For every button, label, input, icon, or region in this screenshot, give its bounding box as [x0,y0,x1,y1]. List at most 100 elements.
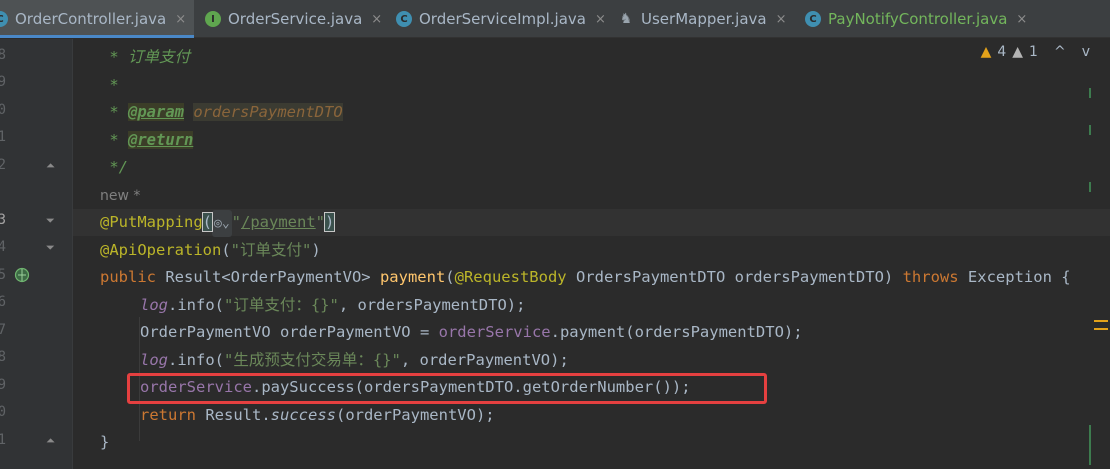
annotation: @PutMapping [100,213,203,231]
author-inlay-hint[interactable]: new * [100,188,140,204]
line-number: 1 [0,432,6,448]
line-number: 9 [0,377,6,393]
code-line: * 订单支付 [73,44,1110,71]
scroll-marker[interactable] [1089,425,1091,465]
code-line: * @return [73,127,1110,154]
arguments: , orderPaymentVO); [400,351,569,369]
tab-order-controller[interactable]: C OrderController.java × [0,0,195,38]
string-literal: "生成预支付交易单：{}" [224,351,401,369]
javadoc-return-tag: @return [128,131,194,149]
annotation: @ApiOperation [100,241,222,259]
code-line: } [73,429,1110,456]
javadoc-star: * [100,131,128,149]
code-line: new * [73,182,1110,209]
javadoc-text: */ [100,158,128,176]
log-field: log [140,351,168,369]
code-line: * @param ordersPaymentDTO [73,99,1110,126]
code-line: log.info("订单支付：{}", ordersPaymentDTO); [73,292,1110,319]
close-icon[interactable]: × [595,12,606,27]
class-icon: C [396,11,412,27]
tab-label: OrderController.java [15,10,167,28]
paren: ) [311,241,321,259]
mapper-icon: ♞ [619,11,633,27]
javadoc-text: * 订单支付 [100,48,190,66]
close-icon[interactable]: × [371,12,382,27]
line-number-gutter[interactable]: 8 9 0 1 2 3 4 5 6 7 8 9 0 1 ⏶ ⏷ ⏷ ⏶ [0,39,72,469]
string-literal: " [231,213,241,231]
warning-scroll-marker[interactable] [1094,328,1108,330]
code-editor[interactable]: * 订单支付 * * @param ordersPaymentDTO * @re… [73,39,1110,469]
method-name: payment [379,268,446,286]
code-line: @ApiOperation("订单支付") [73,237,1110,264]
scroll-marker[interactable] [1089,88,1091,98]
fold-icon[interactable]: ⏶ [46,159,55,173]
close-icon[interactable]: × [1016,12,1027,27]
tab-order-service-impl[interactable]: C OrderServiceImpl.java × [396,0,606,38]
javadoc-param-name: ordersPaymentDTO [193,103,343,121]
paren: ( [445,268,455,286]
line-number: 5 [0,267,6,283]
code-line: * [73,72,1110,99]
line-number: 3 [0,212,6,228]
line-number: 8 [0,47,6,63]
javadoc-param-tag: @param [128,103,184,121]
interface-icon: I [205,11,221,27]
tab-label: OrderService.java [228,10,363,28]
scroll-marker[interactable] [1089,125,1091,135]
highlight-box [127,373,767,404]
line-number: 0 [0,404,6,420]
class-icon: C [805,11,821,27]
arguments: (orderPaymentVO); [335,406,495,424]
method-call: .info( [168,296,224,314]
line-number: 0 [0,102,6,118]
parameter-list: OrdersPaymentDTO ordersPaymentDTO) [575,268,903,286]
class-reference: Result. [205,406,271,424]
string-literal: " [315,213,325,231]
warning-icon: ▲ [980,44,992,60]
next-highlight-icon[interactable]: v [1082,44,1090,60]
keyword: return [140,406,206,424]
close-icon[interactable]: × [175,12,186,27]
method-call: .payment(ordersPaymentDTO); [550,323,803,341]
code-line-current: @PutMapping(◎⌄ "/payment") [73,209,1110,237]
static-method: success [270,406,336,424]
arguments: , ordersPaymentDTO); [338,296,526,314]
code-line: public Result<OrderPaymentVO> payment(@R… [73,264,1110,291]
weak-warning-icon: ▲ [1012,44,1024,60]
string-literal: "订单支付" [230,241,312,259]
method-call: .info( [168,351,224,369]
javadoc-star: * [100,103,128,121]
inspection-widget[interactable]: ▲ 4 ▲ 1 ^ v [981,44,1090,60]
endpoint-gutter-icon[interactable] [14,267,30,283]
editor-tab-bar: C OrderController.java × I OrderService.… [0,0,1110,38]
warning-scroll-marker[interactable] [1094,320,1108,322]
javadoc-text: * [100,76,119,94]
line-number: 6 [0,294,6,310]
weak-warning-count: 1 [1029,44,1038,60]
code-line: return Result.success(orderPaymentVO); [73,402,1110,429]
fold-icon[interactable]: ⏷ [46,241,55,255]
code-line: */ [73,154,1110,181]
declaration: OrderPaymentVO orderPaymentVO = [140,323,439,341]
globe-icon[interactable]: ◎⌄ [212,210,232,237]
code-line: log.info("生成预支付交易单：{}", orderPaymentVO); [73,347,1110,374]
fold-icon[interactable]: ⏶ [46,434,55,448]
url-path-link[interactable]: /payment [241,213,316,231]
tab-pay-notify-controller[interactable]: C PayNotifyController.java × [805,0,1027,38]
fold-icon[interactable]: ⏷ [46,214,55,228]
keyword: throws [902,268,968,286]
string-literal: "订单支付：{}" [224,296,339,314]
keyword: public [100,268,166,286]
line-number: 2 [0,157,6,173]
tab-user-mapper[interactable]: ♞ UserMapper.java × [618,0,787,38]
code-line: OrderPaymentVO orderPaymentVO = orderSer… [73,319,1110,346]
close-icon[interactable]: × [776,12,787,27]
line-number: 8 [0,349,6,365]
line-number: 7 [0,322,6,338]
scroll-marker[interactable] [1089,182,1091,192]
tab-label: PayNotifyController.java [828,10,1008,28]
return-type: Result<OrderPaymentVO> [165,268,380,286]
tab-order-service[interactable]: I OrderService.java × [205,0,382,38]
previous-highlight-icon[interactable]: ^ [1054,44,1066,60]
line-number: 4 [0,239,6,255]
